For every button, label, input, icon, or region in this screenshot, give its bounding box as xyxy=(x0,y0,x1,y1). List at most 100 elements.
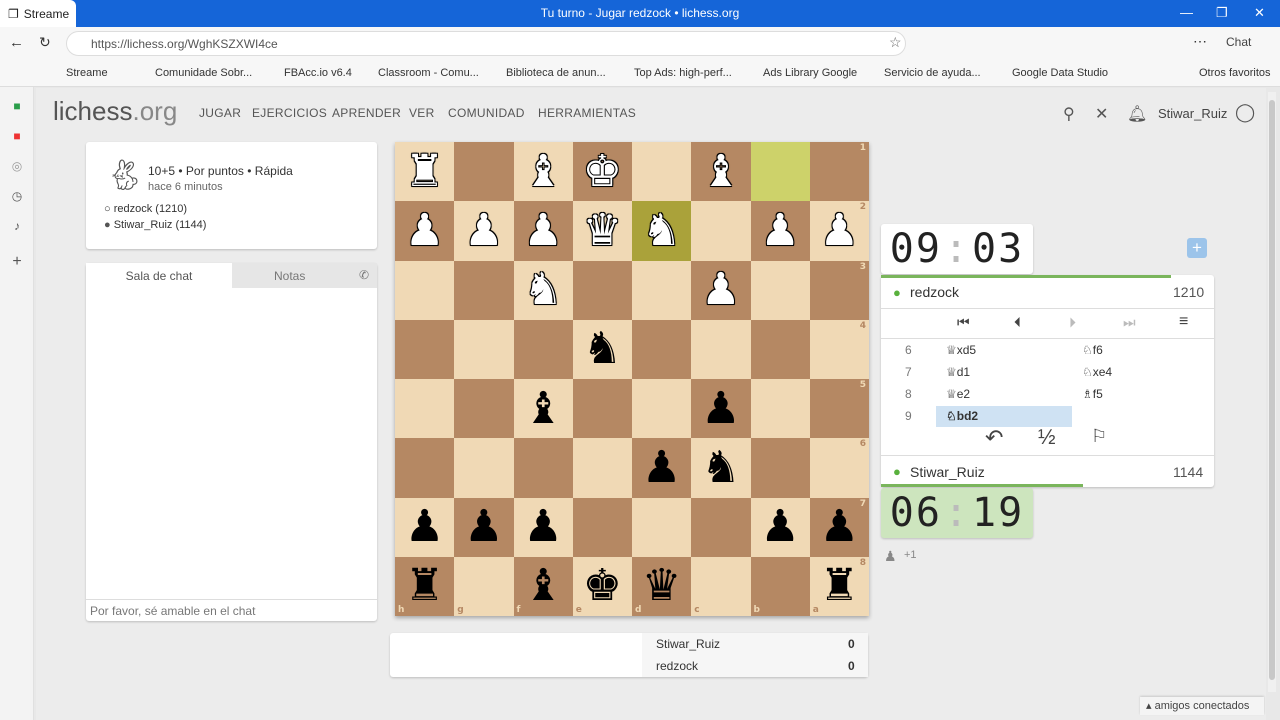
board-square[interactable]: ♞ xyxy=(513,260,573,320)
black-knight-icon[interactable]: ♞ xyxy=(701,445,740,490)
board-square[interactable] xyxy=(750,142,810,202)
board-square[interactable]: ♟ 2 xyxy=(809,201,869,261)
move-white[interactable]: ♘bd2 xyxy=(936,406,1072,427)
board-square[interactable]: ♟ xyxy=(750,497,810,557)
bookmark-item[interactable]: Ads Library Google xyxy=(763,67,857,79)
nav-comunidad[interactable]: COMUNIDAD xyxy=(448,106,525,120)
player-name[interactable]: Stiwar_Ruiz xyxy=(910,464,985,480)
tab-notes[interactable]: Notas ✆ xyxy=(232,263,377,288)
board-square[interactable]: ♜ h xyxy=(395,556,455,616)
bookmark-item[interactable]: Comunidade Sobr... xyxy=(155,67,252,79)
white-knight-icon[interactable]: ♞ xyxy=(523,268,562,312)
more-icon[interactable]: ⋯ xyxy=(1193,33,1207,50)
offer-draw-button[interactable]: ½ xyxy=(1038,426,1056,450)
board-square[interactable] xyxy=(513,319,573,379)
black-pawn-icon[interactable]: ♟ xyxy=(701,386,740,431)
board-square[interactable] xyxy=(691,497,751,557)
star-icon[interactable]: ☆ xyxy=(889,34,902,51)
move-black[interactable]: ♘xe4 xyxy=(1082,365,1112,379)
board-square[interactable] xyxy=(632,379,692,439)
white-pawn-icon[interactable]: ♟ xyxy=(701,268,740,312)
white-rook-icon[interactable]: ♜ xyxy=(405,149,444,194)
white-bishop-icon[interactable]: ♝ xyxy=(701,149,740,194)
sidebar-app-icon[interactable]: ■ xyxy=(9,129,25,145)
site-logo[interactable]: lichess.org xyxy=(53,96,177,127)
nav-herramientas[interactable]: HERRAMIENTAS xyxy=(538,106,636,120)
white-pawn-icon[interactable]: ♟ xyxy=(760,208,799,253)
last-move-icon[interactable]: ⏭ xyxy=(1123,314,1136,331)
board-square[interactable]: b xyxy=(750,556,810,616)
move-white[interactable]: ♕e2 xyxy=(936,384,1072,405)
nav-jugar[interactable]: JUGAR xyxy=(199,106,241,120)
board-square[interactable] xyxy=(513,438,573,498)
tab-chat[interactable]: Sala de chat xyxy=(86,263,232,288)
black-queen-icon[interactable]: ♛ xyxy=(642,564,681,608)
board-square[interactable]: ♜ 8 a xyxy=(809,556,869,616)
bell-icon[interactable]: 🔔︎ xyxy=(1127,104,1147,124)
sidebar-app-icon[interactable]: ◎ xyxy=(9,159,25,175)
sidebar-app-icon[interactable]: ■ xyxy=(9,99,25,115)
board-square[interactable]: ♟ xyxy=(454,201,514,261)
board-square[interactable] xyxy=(572,438,632,498)
board-square[interactable] xyxy=(454,438,514,498)
board-square[interactable] xyxy=(572,260,632,320)
white-pawn-icon[interactable]: ♟ xyxy=(464,208,503,253)
board-square[interactable] xyxy=(632,142,692,202)
white-queen-icon[interactable]: ♛ xyxy=(583,208,622,253)
board-square[interactable]: ♟ 7 xyxy=(809,497,869,557)
board-square[interactable]: ♟ xyxy=(513,201,573,261)
board-square[interactable]: ♝ xyxy=(513,142,573,202)
board-square[interactable]: ♜ xyxy=(395,142,455,202)
board-square[interactable] xyxy=(632,497,692,557)
board-square[interactable] xyxy=(395,260,455,320)
maximize-icon[interactable]: ❐ xyxy=(1216,5,1228,21)
board-square[interactable]: ♟ xyxy=(691,260,751,320)
friends-online-button[interactable]: ▴ amigos conectados xyxy=(1140,697,1264,715)
black-player-line[interactable]: ● Stiwar_Ruiz (1144) xyxy=(104,219,206,231)
crosstable-player[interactable]: redzock xyxy=(656,659,698,673)
chess-board[interactable]: ♜ ♝ ♚ ♝ 1 ♟ ♟ ♟ ♛ ♞ ♟ ♟ 2 ♞ ♟ 3 ♞ 4 ♝ ♟ 5 ♟ ♞ 6 ♟ ♟ ♟ ♟ ♟ 7 ♜ h g ♝ f ♚ e ♛ d c… xyxy=(395,142,869,616)
board-square[interactable]: ♞ xyxy=(632,201,692,261)
board-square[interactable]: ♟ xyxy=(395,201,455,261)
board-square[interactable] xyxy=(750,319,810,379)
board-square[interactable] xyxy=(454,379,514,439)
board-square[interactable]: ♟ xyxy=(632,438,692,498)
menu-icon[interactable]: ≡ xyxy=(1179,313,1188,331)
board-square[interactable] xyxy=(691,201,751,261)
board-square[interactable] xyxy=(572,497,632,557)
black-pawn-icon[interactable]: ♟ xyxy=(820,505,859,549)
bookmark-item[interactable]: Classroom - Comu... xyxy=(378,67,479,79)
board-square[interactable] xyxy=(750,379,810,439)
white-pawn-icon[interactable]: ♟ xyxy=(523,208,562,253)
prev-move-icon[interactable]: ⏴ xyxy=(1014,314,1021,331)
user-avatar-icon[interactable]: ◯ xyxy=(1235,102,1255,123)
board-square[interactable]: ♛ d xyxy=(632,556,692,616)
board-square[interactable]: ♝ f xyxy=(513,556,573,616)
bookmark-item[interactable]: Top Ads: high-perf... xyxy=(634,67,732,79)
board-square[interactable] xyxy=(454,260,514,320)
bookmark-item[interactable]: Streame xyxy=(66,67,108,79)
white-player-line[interactable]: ○ redzock (1210) xyxy=(104,203,187,215)
board-square[interactable]: ♟ xyxy=(691,379,751,439)
board-square[interactable]: ♝ xyxy=(513,379,573,439)
first-move-icon[interactable]: ⏮ xyxy=(957,314,970,331)
black-pawn-icon[interactable]: ♟ xyxy=(642,445,681,490)
opponent-name[interactable]: redzock xyxy=(910,284,959,300)
board-square[interactable] xyxy=(750,260,810,320)
add-time-button[interactable]: + xyxy=(1187,238,1207,258)
board-square[interactable]: ♟ xyxy=(395,497,455,557)
board-square[interactable] xyxy=(454,319,514,379)
board-square[interactable]: c xyxy=(691,556,751,616)
search-icon[interactable]: ⚲ xyxy=(1063,104,1075,124)
board-square[interactable] xyxy=(632,260,692,320)
board-square[interactable] xyxy=(572,379,632,439)
board-square[interactable]: ♞ xyxy=(691,438,751,498)
white-knight-icon[interactable]: ♞ xyxy=(642,208,681,253)
sidebar-app-icon[interactable]: ◷ xyxy=(9,189,25,205)
board-square[interactable]: 1 xyxy=(809,142,869,202)
black-rook-icon[interactable]: ♜ xyxy=(405,564,444,608)
move-white[interactable]: ♕d1 xyxy=(936,362,1072,383)
board-square[interactable]: ♟ xyxy=(750,201,810,261)
chat-input[interactable]: Por favor, sé amable en el chat xyxy=(86,599,377,621)
white-king-icon[interactable]: ♚ xyxy=(583,149,622,194)
